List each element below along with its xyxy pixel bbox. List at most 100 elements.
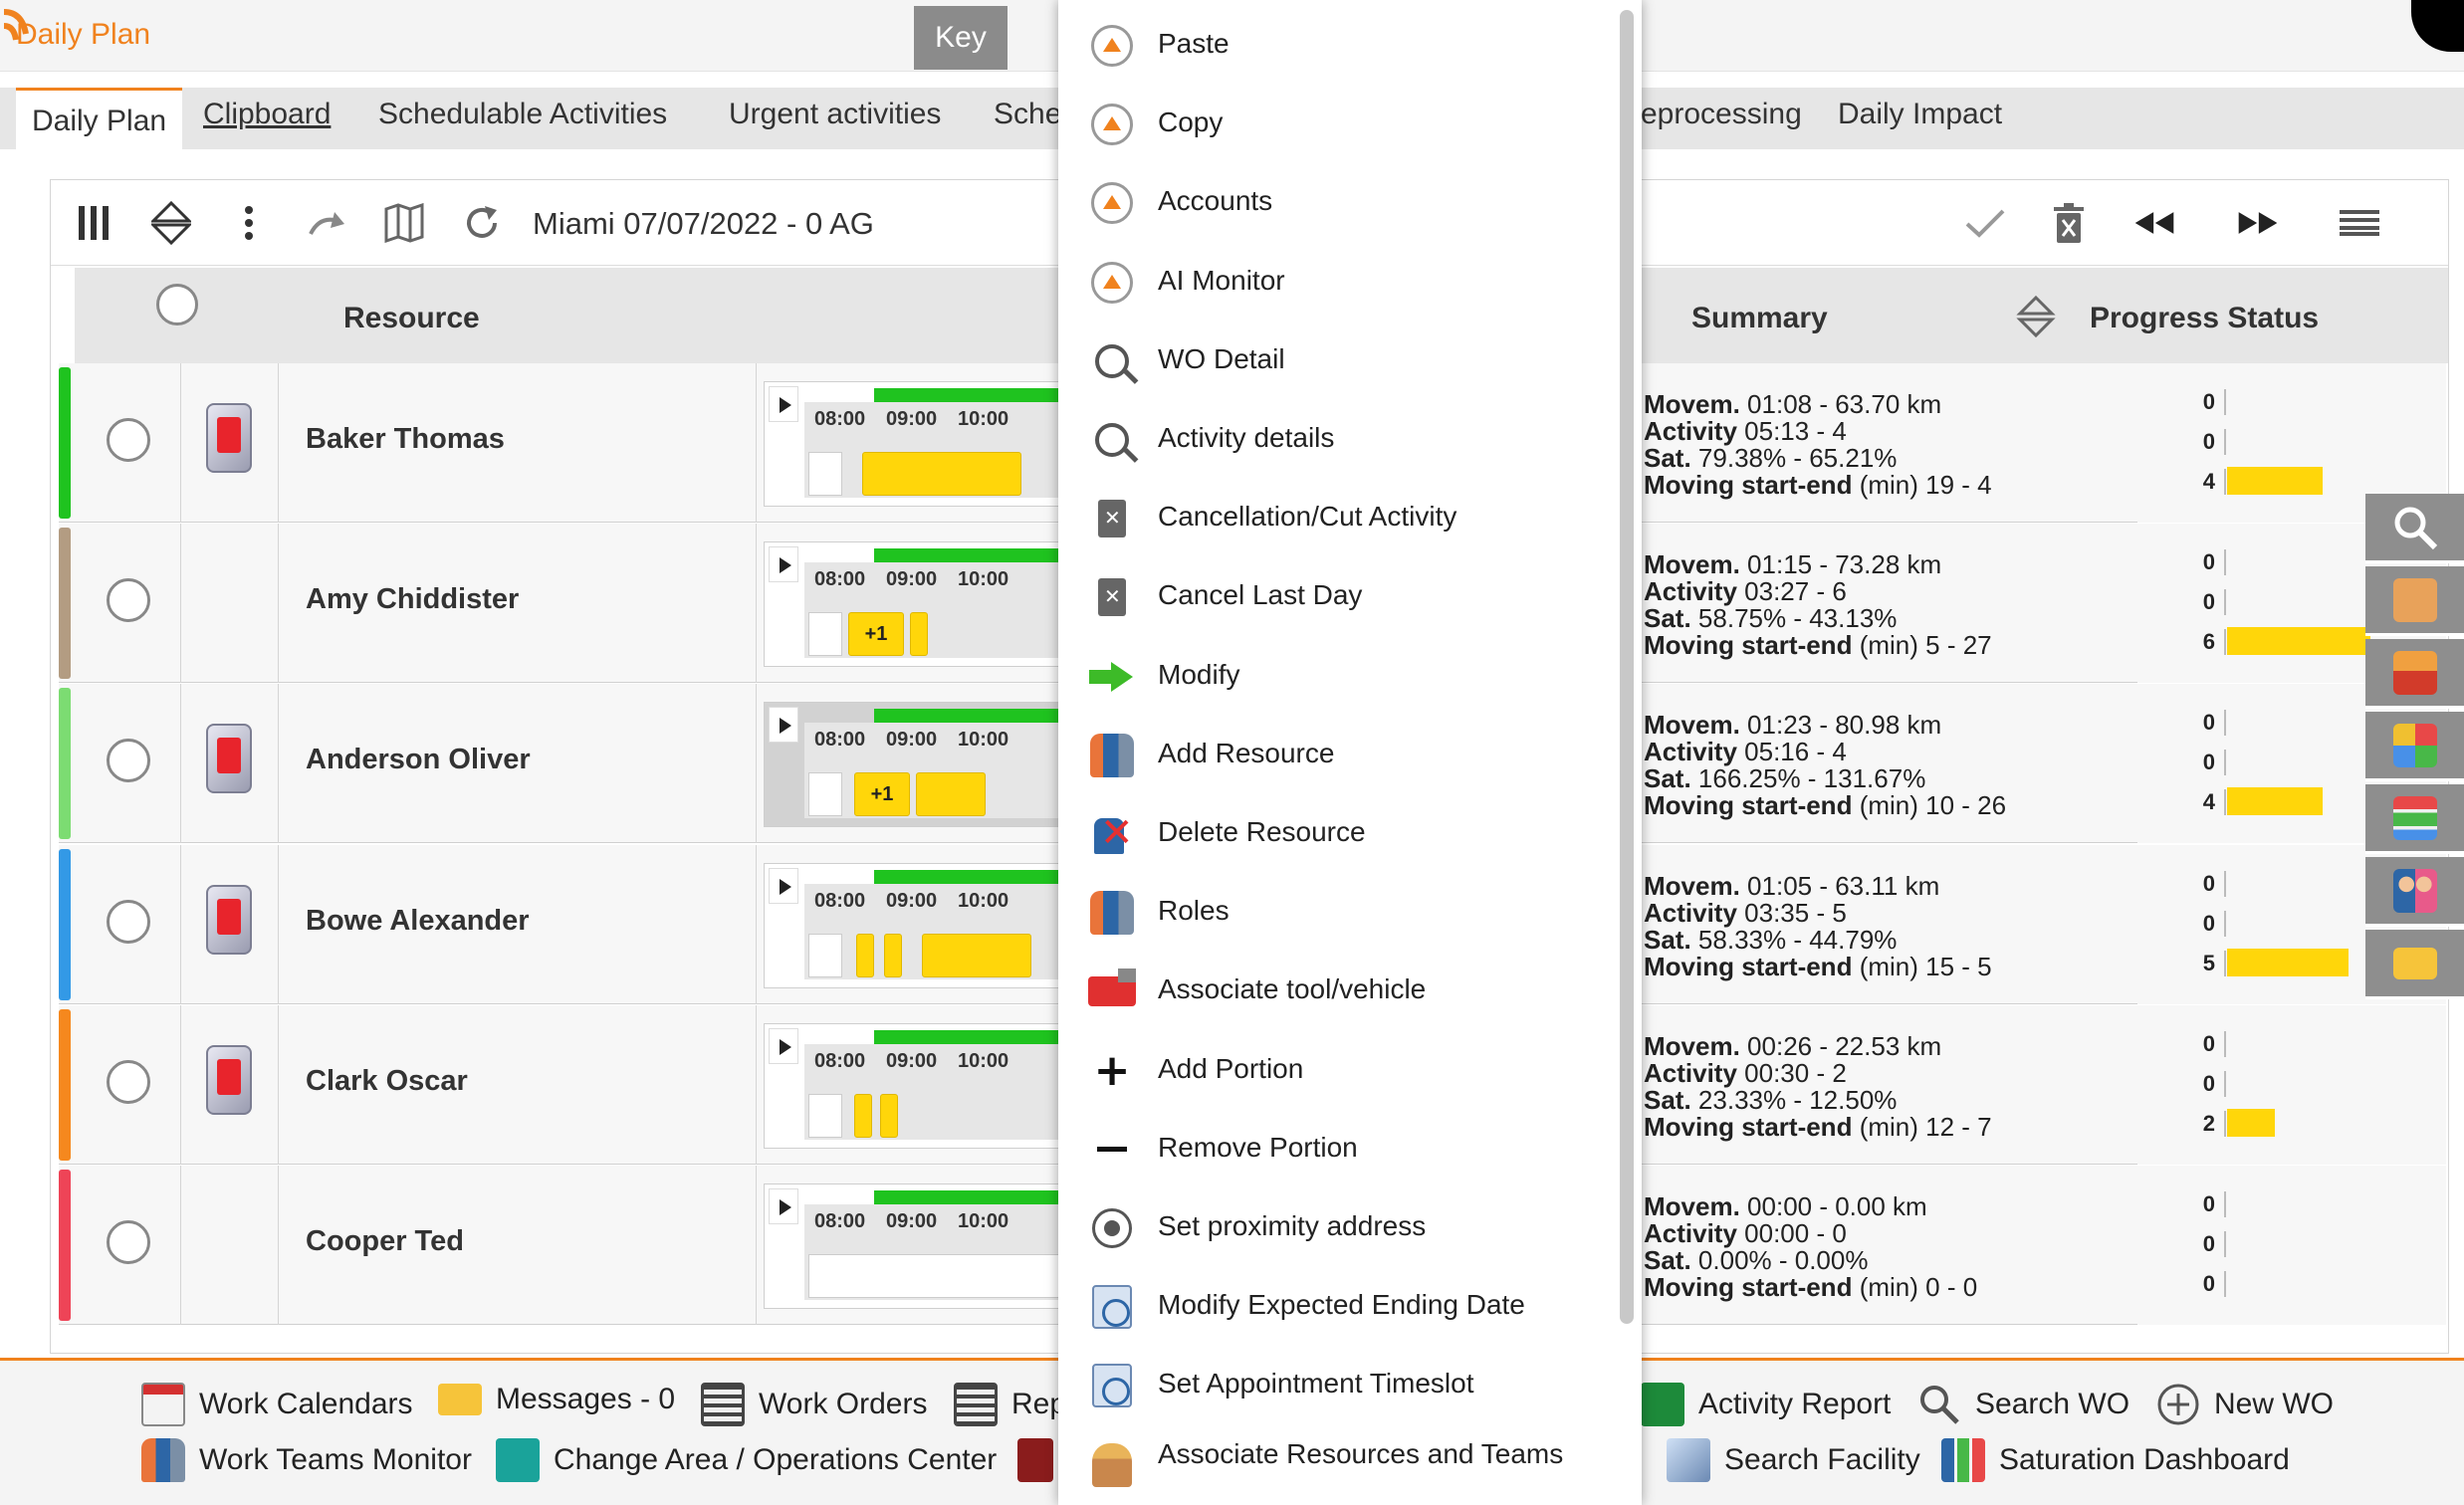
messages-link[interactable]: Messages - 0 bbox=[438, 1383, 675, 1416]
tab-schedulable-activities[interactable]: Schedulable Activities bbox=[378, 98, 667, 131]
activity-block[interactable]: +1 bbox=[848, 612, 904, 656]
sat-label: Sat. bbox=[1644, 1245, 1691, 1275]
menu-item-activity-details[interactable]: Activity details bbox=[1058, 400, 1616, 479]
min-unit: (min) bbox=[1859, 1112, 1918, 1142]
redo-icon[interactable] bbox=[306, 202, 347, 244]
expand-play-icon[interactable] bbox=[769, 546, 798, 582]
rewind-icon[interactable] bbox=[2133, 202, 2175, 244]
activity-block[interactable] bbox=[854, 1094, 872, 1138]
row-select-radio[interactable] bbox=[107, 1220, 150, 1264]
activity-block[interactable] bbox=[880, 1094, 898, 1138]
sidebar-search-button[interactable] bbox=[2365, 494, 2464, 563]
select-all-radio[interactable] bbox=[156, 284, 198, 325]
sidebar-worker-button[interactable] bbox=[2365, 639, 2464, 709]
menu-item-modify-expected-ending-date[interactable]: Modify Expected Ending Date bbox=[1058, 1267, 1616, 1346]
facility-icon bbox=[1667, 1438, 1710, 1482]
expand-play-icon[interactable] bbox=[769, 386, 798, 422]
expand-play-icon[interactable] bbox=[769, 707, 798, 743]
new-wo-link[interactable]: New WO bbox=[2156, 1383, 2334, 1426]
menu-item-set-proximity-address[interactable]: Set proximity address bbox=[1058, 1188, 1616, 1267]
status-stripe bbox=[59, 688, 71, 839]
tab-clipboard[interactable]: Clipboard bbox=[203, 98, 331, 131]
row-select-radio[interactable] bbox=[107, 900, 150, 944]
tab-eprocessing[interactable]: eprocessing bbox=[1641, 98, 1802, 131]
resource-name[interactable]: Amy Chiddister bbox=[306, 583, 519, 616]
summary-header[interactable]: Summary bbox=[1691, 302, 1828, 335]
context-menu-scrollbar[interactable] bbox=[1620, 10, 1634, 1324]
tab-daily-impact[interactable]: Daily Impact bbox=[1838, 98, 2002, 131]
sidebar-users-button[interactable] bbox=[2365, 857, 2464, 927]
activity-block[interactable] bbox=[922, 934, 1031, 977]
activity-block[interactable] bbox=[916, 772, 986, 816]
more-vertical-icon[interactable] bbox=[228, 202, 270, 244]
search-wo-link[interactable]: Search WO bbox=[1917, 1383, 2129, 1426]
progress-status-header[interactable]: Progress Status bbox=[2090, 302, 2319, 335]
menu-item-ai-monitor[interactable]: AI Monitor bbox=[1058, 243, 1616, 322]
work-calendars-link[interactable]: Work Calendars bbox=[141, 1383, 413, 1426]
menu-item-associate-resources-and-teams[interactable]: Associate Resources and Teams bbox=[1058, 1425, 1616, 1504]
search-facility-link[interactable]: Search Facility bbox=[1667, 1438, 1920, 1482]
map-icon[interactable] bbox=[383, 202, 425, 244]
change-area-link[interactable]: Change Area / Operations Center bbox=[496, 1438, 997, 1482]
envelope-icon bbox=[438, 1384, 482, 1415]
menu-item-associate-tool-vehicle[interactable]: Associate tool/vehicle bbox=[1058, 952, 1616, 1030]
menu-item-wo-detail[interactable]: WO Detail bbox=[1058, 322, 1616, 400]
column-divider bbox=[180, 1166, 181, 1325]
activity-block[interactable] bbox=[884, 934, 902, 977]
expand-play-icon[interactable] bbox=[769, 868, 798, 904]
tab-urgent-activities[interactable]: Urgent activities bbox=[729, 98, 941, 131]
sidebar-clipboard-button[interactable] bbox=[2365, 566, 2464, 636]
menu-item-label: Associate Resources and Teams bbox=[1158, 1437, 1564, 1469]
sidebar-messages-button[interactable] bbox=[2365, 930, 2464, 999]
refresh-icon[interactable] bbox=[461, 202, 503, 244]
sidebar-puzzle-button[interactable] bbox=[2365, 712, 2464, 781]
row-select-radio[interactable] bbox=[107, 1060, 150, 1104]
menu-item-paste[interactable]: Paste bbox=[1058, 6, 1616, 85]
row-select-radio[interactable] bbox=[107, 578, 150, 622]
activity-block[interactable]: +1 bbox=[854, 772, 910, 816]
resource-name[interactable]: Anderson Oliver bbox=[306, 744, 531, 776]
status-stripe bbox=[59, 367, 71, 519]
menu-item-set-appointment-timeslot[interactable]: Set Appointment Timeslot bbox=[1058, 1346, 1616, 1424]
menu-item-add-resource[interactable]: Add Resource bbox=[1058, 716, 1616, 794]
menu-icon[interactable] bbox=[2339, 202, 2380, 244]
saturation-dashboard-link[interactable]: Saturation Dashboard bbox=[1941, 1438, 2290, 1482]
fast-forward-icon[interactable] bbox=[2237, 202, 2279, 244]
key-button[interactable]: Key bbox=[914, 6, 1008, 70]
resource-name[interactable]: Cooper Ted bbox=[306, 1225, 464, 1258]
sort-icon[interactable] bbox=[2016, 296, 2056, 339]
menu-item-cancel-last-day[interactable]: Cancel Last Day bbox=[1058, 557, 1616, 636]
tab-daily-plan[interactable]: Daily Plan bbox=[16, 88, 183, 149]
resource-name[interactable]: Baker Thomas bbox=[306, 423, 505, 456]
expand-play-icon[interactable] bbox=[769, 1188, 798, 1224]
activity-block[interactable] bbox=[862, 452, 1021, 496]
tab-sche[interactable]: Sche bbox=[994, 98, 1061, 131]
resource-name[interactable]: Clark Oscar bbox=[306, 1065, 468, 1098]
row-select-radio[interactable] bbox=[107, 739, 150, 782]
menu-item-modify[interactable]: Modify bbox=[1058, 637, 1616, 716]
check-icon[interactable] bbox=[1964, 202, 2006, 244]
menu-item-remove-portion[interactable]: Remove Portion bbox=[1058, 1110, 1616, 1188]
activity-block[interactable] bbox=[856, 934, 874, 977]
resource-header[interactable]: Resource bbox=[343, 302, 480, 335]
delete-icon[interactable] bbox=[2048, 202, 2090, 244]
sidebar-gantt-button[interactable] bbox=[2365, 784, 2464, 854]
menu-item-copy[interactable]: Copy bbox=[1058, 85, 1616, 163]
menu-item-add-portion[interactable]: + Add Portion bbox=[1058, 1031, 1616, 1110]
moving-value: 15 - 5 bbox=[1925, 952, 1992, 981]
columns-icon[interactable] bbox=[73, 202, 114, 244]
menu-item-roles[interactable]: Roles bbox=[1058, 873, 1616, 952]
menu-item-accounts[interactable]: Accounts bbox=[1058, 163, 1616, 242]
activity-block[interactable] bbox=[910, 612, 928, 656]
expand-play-icon[interactable] bbox=[769, 1028, 798, 1064]
corner-avatar-icon[interactable] bbox=[2411, 0, 2464, 52]
rep-link[interactable]: Rep bbox=[954, 1383, 1066, 1426]
work-teams-monitor-link[interactable]: Work Teams Monitor bbox=[141, 1438, 472, 1482]
menu-item-cancellation-cut-activity[interactable]: Cancellation/Cut Activity bbox=[1058, 479, 1616, 557]
work-orders-link[interactable]: Work Orders bbox=[701, 1383, 927, 1426]
expand-collapse-icon[interactable] bbox=[150, 201, 192, 245]
menu-item-delete-resource[interactable]: Delete Resource bbox=[1058, 794, 1616, 873]
resource-name[interactable]: Bowe Alexander bbox=[306, 905, 530, 938]
activity-report-link[interactable]: Activity Report bbox=[1641, 1383, 1891, 1426]
row-select-radio[interactable] bbox=[107, 418, 150, 462]
